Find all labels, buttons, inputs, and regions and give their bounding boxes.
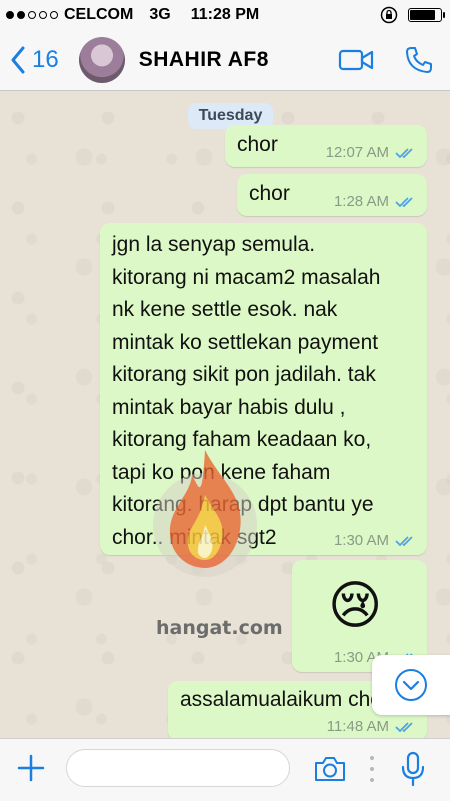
composer: [0, 738, 450, 801]
microphone-icon[interactable]: [400, 751, 426, 787]
message-time: 12:07 AM: [325, 144, 389, 161]
double-check-icon: [395, 535, 413, 546]
scroll-to-bottom-button[interactable]: [372, 655, 450, 715]
chat-area[interactable]: Tuesday chor 12:07 AM chor 1:28 AM jgn l…: [0, 91, 450, 738]
chevron-down-circle-icon: [395, 669, 427, 701]
avatar[interactable]: [78, 37, 125, 83]
back-button[interactable]: 16: [10, 46, 59, 74]
contact-name[interactable]: SHAHIR AF8: [139, 48, 269, 72]
watermark-text: hangat.com: [156, 617, 283, 639]
message-line: kitorang ni macam2 masalah: [112, 265, 381, 289]
message-line: jgn la senyap semula.: [112, 233, 316, 256]
message-line: mintak ko settlekan payment: [112, 330, 379, 354]
message-time: 1:30 AM: [333, 532, 389, 549]
message-text: chor: [237, 133, 278, 156]
message-bubble[interactable]: chor 1:28 AM: [237, 174, 427, 216]
video-call-icon[interactable]: [338, 48, 374, 72]
double-check-icon: [395, 721, 413, 732]
message-time: 1:28 AM: [333, 193, 389, 210]
double-check-icon: [395, 147, 413, 158]
plus-icon[interactable]: [16, 753, 46, 783]
crying-face-emoji: 😢: [328, 576, 383, 636]
message-line: kitorang sikit pon jadilah. tak: [112, 363, 376, 386]
more-icon: [370, 756, 374, 782]
message-bubble[interactable]: chor 12:07 AM: [225, 125, 427, 167]
message-line: mintak bayar habis dulu ,: [112, 395, 346, 419]
message-line: nk kene settle esok. nak: [112, 298, 338, 321]
chat-header: 16 SHAHIR AF8: [0, 30, 450, 91]
battery-icon: [408, 8, 445, 22]
orientation-lock-icon: [380, 6, 398, 24]
chevron-left-icon: [11, 46, 25, 74]
message-text: assalamualaikum chor: [180, 688, 389, 711]
flame-logo: [153, 450, 257, 577]
unread-count: 16: [32, 46, 59, 73]
double-check-icon: [395, 196, 413, 207]
message-input[interactable]: [66, 749, 290, 787]
camera-icon[interactable]: [313, 755, 347, 783]
status-bar: CELCOM 3G 11:28 PM: [0, 0, 450, 30]
message-text: chor: [249, 182, 290, 205]
message-time: 11:48 AM: [326, 718, 389, 735]
phone-call-icon[interactable]: [404, 45, 434, 75]
